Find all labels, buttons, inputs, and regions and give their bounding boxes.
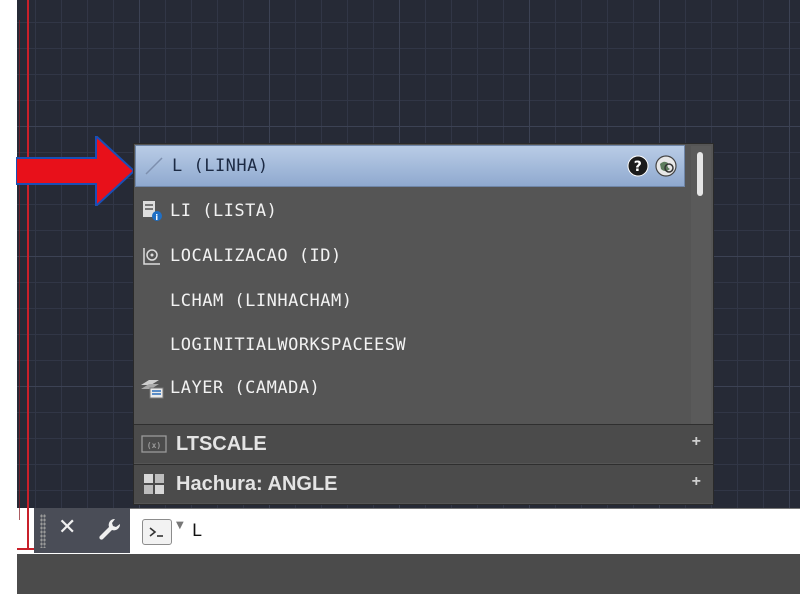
suggestion-item-lcham[interactable]: LCHAM (LINHACHAM) [134,279,690,323]
suggestion-label: L (LINHA) [172,156,269,176]
wrench-icon[interactable] [96,516,124,544]
command-prompt-icon[interactable] [142,519,172,545]
svg-text:i: i [155,213,158,222]
svg-text:?: ? [634,159,643,175]
help-icon[interactable]: ? [626,154,650,183]
ucs-axis-line [19,20,20,520]
command-text: L [192,521,202,541]
expand-icon[interactable]: + [692,433,701,451]
section-system-variable[interactable]: (x) LTSCALE + [134,424,713,463]
drag-grip-handle[interactable] [40,514,46,548]
suggestion-list: L (LINHA) ? i LI (LISTA) LOCALIZACAO (ID… [134,144,713,424]
suggestion-item-layer[interactable]: LAYER (CAMADA) [134,366,690,410]
suggestion-item-line[interactable]: L (LINHA) ? [135,145,685,187]
suggestion-label: LI (LISTA) [170,201,278,221]
locate-point-icon [134,241,170,271]
close-icon[interactable]: ✕ [58,515,76,540]
chevron-down-icon[interactable]: ▼ [176,520,184,531]
section-hatch[interactable]: Hachura: ANGLE + [134,464,713,503]
line-icon [136,151,172,181]
svg-text:(x): (x) [147,441,161,450]
page-margin [0,0,17,594]
status-area [17,554,800,594]
suggestion-item-loginitialworkspace[interactable]: LOGINITIALWORKSPACEESW [134,323,690,367]
autocomplete-popup: L (LINHA) ? i LI (LISTA) LOCALIZACAO (ID… [133,143,714,505]
suggestion-item-list[interactable]: i LI (LISTA) [134,189,690,233]
suggestion-label: LCHAM (LINHACHAM) [170,291,353,311]
red-arrow-annotation [16,136,134,206]
suggestion-label: LOGINITIALWORKSPACEESW [170,335,407,355]
suggestion-label: LAYER (CAMADA) [170,378,321,398]
suggestion-scrollbar[interactable] [691,146,711,424]
selection-action-icons: ? [626,154,678,183]
expand-icon[interactable]: + [692,473,701,491]
system-variable-icon: (x) [140,432,168,456]
section-label: Hachura: ANGLE [176,472,338,495]
scrollbar-thumb[interactable] [697,152,703,196]
hatch-icon [140,472,168,496]
suggestion-item-locate[interactable]: LOCALIZACAO (ID) [134,234,690,278]
search-web-icon[interactable] [654,154,678,183]
section-label: LTSCALE [176,432,267,455]
suggestion-label: LOCALIZACAO (ID) [170,246,342,266]
command-input[interactable]: ▼ L [130,508,800,554]
list-info-icon: i [134,196,170,226]
layer-icon [134,373,170,403]
ucs-y-axis [27,0,29,550]
